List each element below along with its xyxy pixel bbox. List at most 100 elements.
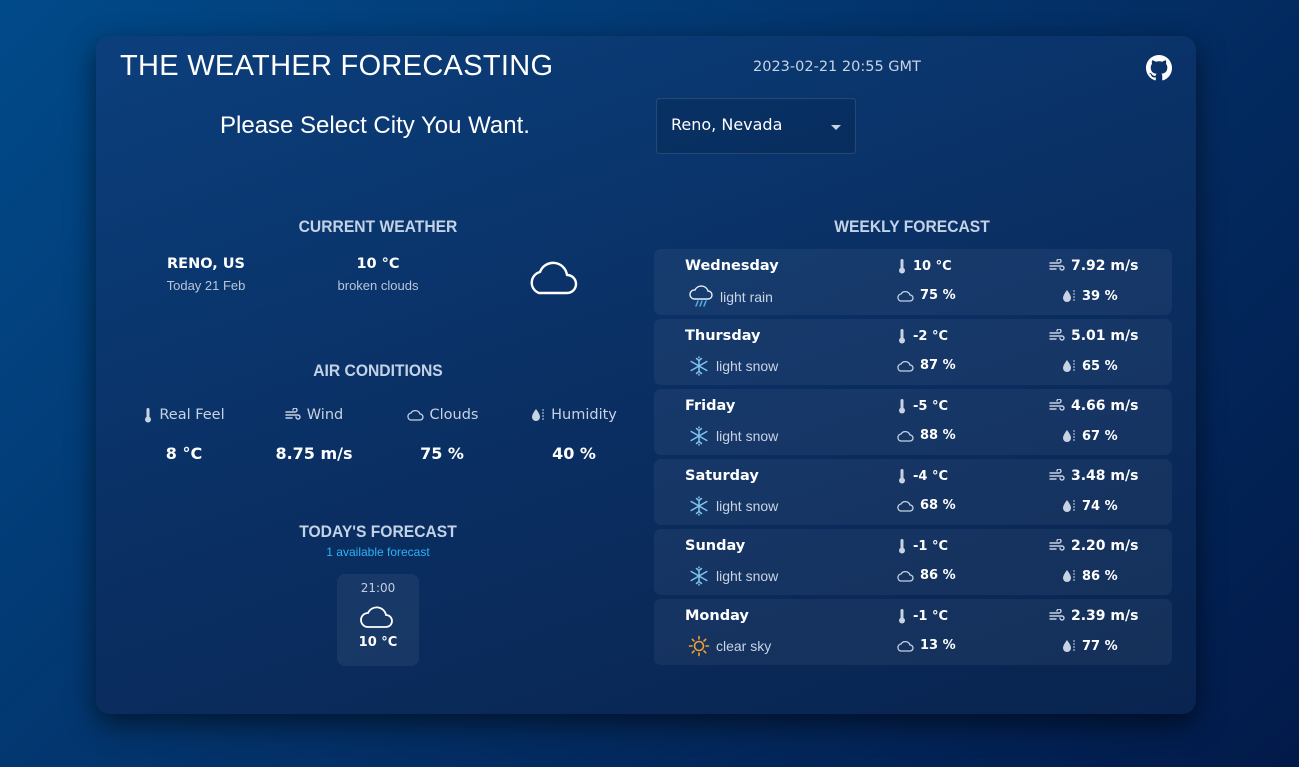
forecast-condition: light snow <box>688 425 778 447</box>
todays-forecast-title: TODAY'S FORECAST <box>299 522 457 541</box>
humidity-icon <box>1062 288 1076 304</box>
snowflake-icon <box>688 565 710 587</box>
forecast-humidity-cell: 74 % <box>1062 498 1118 514</box>
forecast-humidity: 67 % <box>1082 428 1118 444</box>
weekly-forecast-row-sunday: Sunday light snow -1 °C 86 % 2.20 m/s 86… <box>654 529 1172 595</box>
current-date: Today 21 Feb <box>166 278 246 293</box>
air-wind: Wind 8.75 m/s <box>254 407 374 463</box>
forecast-temperature-cell: -1 °C <box>897 608 948 624</box>
humidity-icon <box>531 407 545 423</box>
forecast-clouds: 13 % <box>920 638 956 653</box>
city-select[interactable]: Reno, Nevada <box>656 98 856 154</box>
app-title: THE WEATHER FORECASTING <box>120 50 554 82</box>
cloud-icon <box>337 603 419 633</box>
forecast-temperature-cell: 10 °C <box>897 258 952 274</box>
todays-forecast-count: 1 available forecast <box>326 545 430 559</box>
forecast-clouds: 68 % <box>920 498 956 513</box>
forecast-description: light snow <box>716 568 779 584</box>
chevron-down-icon[interactable] <box>831 125 841 130</box>
cloud-icon <box>896 360 914 372</box>
forecast-condition: light snow <box>688 355 778 377</box>
forecast-wind: 7.92 m/s <box>1071 258 1139 274</box>
current-city: RENO, US <box>167 256 245 272</box>
wind-icon <box>1049 469 1065 483</box>
snowflake-icon <box>688 495 710 517</box>
wind-icon <box>1049 609 1065 623</box>
forecast-day: Sunday <box>685 538 746 554</box>
weekly-forecast-title: WEEKLY FORECAST <box>834 217 990 236</box>
cloud-icon <box>526 260 578 296</box>
hourly-forecast-card: 21:00 10 °C <box>337 574 419 666</box>
cloud-icon <box>406 409 424 421</box>
current-temp-block: 10 °C broken clouds <box>318 256 438 293</box>
forecast-description: light snow <box>716 358 779 374</box>
forecast-wind-cell: 2.39 m/s <box>1049 608 1138 624</box>
forecast-day: Thursday <box>685 328 761 344</box>
forecast-temperature: 10 °C <box>913 258 952 274</box>
app-card: THE WEATHER FORECASTING 2023-02-21 20:55… <box>96 36 1196 714</box>
forecast-wind: 2.39 m/s <box>1071 608 1139 624</box>
forecast-clouds-cell: 68 % <box>896 498 956 513</box>
hour-temperature: 10 °C <box>358 635 398 650</box>
city-select-value: Reno, Nevada <box>671 115 783 134</box>
forecast-condition: light snow <box>688 565 778 587</box>
forecast-wind-cell: 4.66 m/s <box>1049 398 1138 414</box>
forecast-clouds-cell: 86 % <box>896 568 956 583</box>
cloud-icon <box>896 640 914 652</box>
forecast-day: Saturday <box>685 468 759 484</box>
forecast-day: Wednesday <box>685 258 779 274</box>
forecast-humidity: 86 % <box>1082 568 1118 584</box>
air-wind-value: 8.75 m/s <box>275 444 353 463</box>
sun-icon <box>688 635 710 657</box>
forecast-temperature: -1 °C <box>913 538 949 554</box>
forecast-clouds: 75 % <box>920 288 956 303</box>
forecast-clouds: 87 % <box>920 358 956 373</box>
forecast-humidity: 39 % <box>1082 288 1118 304</box>
forecast-clouds: 86 % <box>920 568 956 583</box>
github-icon[interactable] <box>1146 55 1172 81</box>
cloud-icon <box>896 290 914 302</box>
air-clouds: Clouds 75 % <box>382 407 502 463</box>
humidity-icon <box>1062 638 1076 654</box>
forecast-clouds-cell: 13 % <box>896 638 956 653</box>
forecast-humidity-cell: 65 % <box>1062 358 1118 374</box>
forecast-description: light snow <box>716 498 779 514</box>
forecast-wind: 3.48 m/s <box>1071 468 1139 484</box>
thermometer-icon <box>897 608 907 624</box>
forecast-wind-cell: 2.20 m/s <box>1049 538 1138 554</box>
cloud-icon <box>896 570 914 582</box>
forecast-temperature: -2 °C <box>913 328 949 344</box>
weekly-forecast-row-monday: Monday clear sky -1 °C 13 % 2.39 m/s 77 … <box>654 599 1172 665</box>
forecast-condition: light snow <box>688 495 778 517</box>
forecast-humidity: 77 % <box>1082 638 1118 654</box>
wind-icon <box>285 408 301 422</box>
forecast-condition: clear sky <box>688 635 771 657</box>
forecast-humidity-cell: 77 % <box>1062 638 1118 654</box>
cloud-icon <box>896 500 914 512</box>
snowflake-icon <box>688 425 710 447</box>
weekly-forecast-row-friday: Friday light snow -5 °C 88 % 4.66 m/s 67… <box>654 389 1172 455</box>
current-datetime: 2023-02-21 20:55 GMT <box>753 59 921 75</box>
air-real-feel: Real Feel 8 °C <box>124 407 244 463</box>
wind-icon <box>1049 259 1065 273</box>
forecast-wind-cell: 3.48 m/s <box>1049 468 1138 484</box>
forecast-humidity-cell: 39 % <box>1062 288 1118 304</box>
humidity-icon <box>1062 498 1076 514</box>
forecast-wind: 4.66 m/s <box>1071 398 1139 414</box>
forecast-clouds: 88 % <box>920 428 956 443</box>
forecast-day: Monday <box>685 608 749 624</box>
wind-icon <box>1049 539 1065 553</box>
forecast-temperature: -5 °C <box>913 398 949 414</box>
air-conditions-title: AIR CONDITIONS <box>313 361 443 380</box>
forecast-temperature-cell: -5 °C <box>897 398 948 414</box>
forecast-temperature-cell: -4 °C <box>897 468 948 484</box>
thermometer-icon <box>897 468 907 484</box>
current-city-block: RENO, US Today 21 Feb <box>146 256 266 293</box>
forecast-description: light snow <box>716 428 779 444</box>
forecast-humidity: 65 % <box>1082 358 1118 374</box>
weekly-forecast-row-thursday: Thursday light snow -2 °C 87 % 5.01 m/s … <box>654 319 1172 385</box>
forecast-description: light rain <box>720 289 773 305</box>
wind-icon <box>1049 399 1065 413</box>
current-description: broken clouds <box>337 278 419 293</box>
air-humidity: Humidity 40 % <box>514 407 634 463</box>
